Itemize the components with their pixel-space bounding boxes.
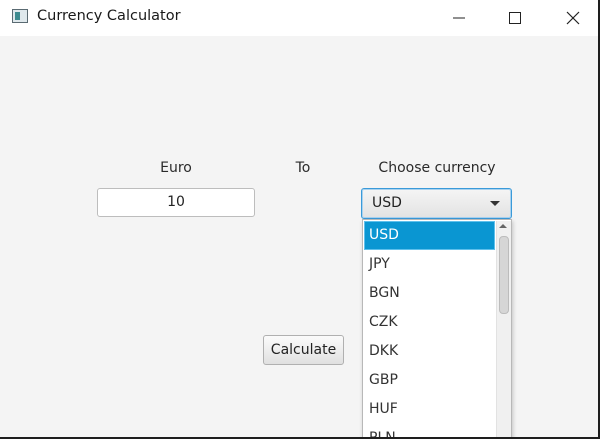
currency-select[interactable]: USD bbox=[361, 188, 512, 219]
amount-input[interactable]: 10 bbox=[97, 188, 255, 217]
scroll-up-icon[interactable] bbox=[499, 224, 507, 228]
currency-option[interactable]: GBP bbox=[364, 366, 495, 395]
minimize-button[interactable] bbox=[436, 0, 482, 36]
maximize-button[interactable] bbox=[492, 0, 538, 36]
currency-option[interactable]: BGN bbox=[364, 279, 495, 308]
window-title: Currency Calculator bbox=[37, 8, 181, 24]
minimize-icon bbox=[453, 17, 465, 19]
choose-currency-label: Choose currency bbox=[378, 160, 496, 176]
from-currency-label: Euro bbox=[160, 160, 192, 176]
currency-option[interactable]: DKK bbox=[364, 337, 495, 366]
title-bar[interactable]: Currency Calculator bbox=[0, 0, 598, 36]
scrollbar-thumb[interactable] bbox=[499, 236, 509, 314]
app-window: Currency Calculator Euro To Choose curre… bbox=[0, 0, 600, 439]
currency-options: USD JPY BGN CZK DKK GBP HUF PLN bbox=[364, 221, 495, 437]
currency-option[interactable]: CZK bbox=[364, 308, 495, 337]
calculate-button[interactable]: Calculate bbox=[263, 335, 344, 365]
to-label: To bbox=[295, 160, 311, 176]
maximize-icon bbox=[509, 12, 521, 24]
close-icon bbox=[566, 11, 580, 25]
chevron-down-icon bbox=[490, 201, 500, 206]
currency-option[interactable]: PLN bbox=[364, 424, 495, 437]
currency-select-value: USD bbox=[372, 195, 402, 211]
app-window-icon bbox=[12, 9, 28, 23]
currency-option[interactable]: JPY bbox=[364, 250, 495, 279]
currency-dropdown-list[interactable]: USD JPY BGN CZK DKK GBP HUF PLN bbox=[362, 219, 512, 437]
currency-option[interactable]: USD bbox=[364, 221, 495, 250]
dropdown-scrollbar[interactable] bbox=[496, 221, 511, 437]
close-button[interactable] bbox=[550, 0, 596, 36]
currency-option[interactable]: HUF bbox=[364, 395, 495, 424]
